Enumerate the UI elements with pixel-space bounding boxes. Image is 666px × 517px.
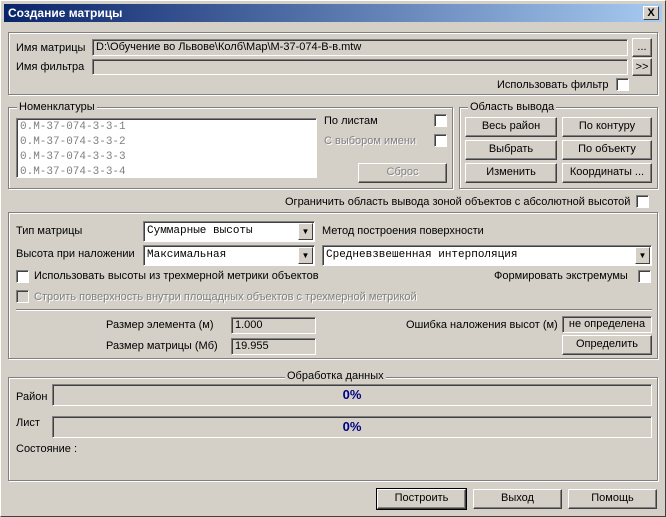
chevron-down-icon[interactable]: ▼ [298,223,313,240]
list-item[interactable]: 0.M-37-074-3-3-1 [17,120,316,135]
coordinates-button[interactable]: Координаты ... [562,163,652,183]
use-filter-checkbox[interactable] [616,78,629,91]
browse-button[interactable]: ... [632,38,652,57]
matrix-size-label: Размер матрицы (Мб) [106,340,218,352]
surface-method-value: Средневзвешенная интерполяция [326,249,518,261]
element-size-label: Размер элемента (м) [106,319,214,331]
chevron-down-icon[interactable]: ▼ [298,247,313,264]
use-3d-heights-label: Использовать высоты из трехмерной метрик… [34,270,319,282]
by-name-label: С выбором имени [324,135,417,147]
matrix-type-value: Суммарные высоты [147,225,253,237]
processing-caption: Обработка данных [285,370,386,382]
use-3d-heights-checkbox[interactable] [16,270,29,283]
matrix-name-field[interactable]: D:\Обучение во Львове\Колб\Map\M-37-074-… [92,39,628,56]
limit-area-checkbox[interactable] [636,195,649,208]
matrix-type-select[interactable]: Суммарные высоты ▼ [143,221,315,242]
help-button[interactable]: Помощь [568,489,657,509]
build-button[interactable]: Построить [376,488,467,510]
height-error-label: Ошибка наложения высот (м) [406,319,558,331]
surface-method-label: Метод построения поверхности [322,225,484,237]
element-size-field[interactable]: 1.000 [231,317,316,334]
use-filter-label: Использовать фильтр [497,79,609,91]
sheet-progress-bar: 0% [52,416,652,438]
window-title: Создание матрицы [8,6,123,20]
define-button[interactable]: Определить [562,335,652,355]
by-contour-button[interactable]: По контуру [562,117,652,137]
close-button[interactable]: X [643,6,659,20]
status-label: Состояние : [16,443,77,455]
overlay-height-label: Высота при наложении [16,248,135,260]
separator [16,309,652,311]
surface-method-select[interactable]: Средневзвешенная интерполяция ▼ [322,245,652,266]
filter-name-label: Имя фильтра [16,61,85,73]
extrema-checkbox[interactable] [638,270,651,283]
output-area-caption: Область вывода [468,101,557,113]
extrema-label: Формировать экстремумы [494,270,628,282]
list-item[interactable]: 0.M-37-074-3-3-3 [17,150,316,165]
filter-name-field[interactable] [92,59,628,75]
build-surface-checkbox[interactable] [16,290,29,303]
exit-button[interactable]: Выход [473,489,562,509]
region-progress-bar: 0% [52,384,652,406]
nomenclature-caption: Номенклатуры [17,101,97,113]
by-name-checkbox[interactable] [434,134,447,147]
nomenclature-list[interactable]: 0.M-37-074-3-3-1 0.M-37-074-3-3-2 0.M-37… [16,118,317,178]
matrix-size-field: 19.955 [231,338,316,355]
whole-region-button[interactable]: Весь район [465,117,557,137]
sheet-label: Лист [16,417,40,429]
by-object-button[interactable]: По объекту [562,140,652,160]
list-item[interactable]: 0.M-37-074-3-3-4 [17,165,316,180]
change-button[interactable]: Изменить [465,163,557,183]
matrix-name-label: Имя матрицы [16,42,86,54]
build-surface-label: Строить поверхность внутри площадных объ… [34,291,417,303]
dialog-window: Создание матрицы X Имя матрицы D:\Обучен… [0,0,666,517]
chevron-down-icon[interactable]: ▼ [635,247,650,264]
matrix-type-label: Тип матрицы [16,225,83,237]
by-sheets-checkbox[interactable] [434,114,447,127]
reset-button[interactable]: Сброс [358,163,447,183]
title-bar: Создание матрицы X [4,4,662,22]
overlay-height-select[interactable]: Максимальная ▼ [143,245,315,266]
list-item[interactable]: 0.M-37-074-3-3-2 [17,135,316,150]
by-sheets-label: По листам [324,115,378,127]
overlay-height-value: Максимальная [147,249,227,261]
region-label: Район [16,391,48,403]
filter-select-button[interactable]: >> [632,58,652,76]
select-button[interactable]: Выбрать [465,140,557,160]
limit-area-label: Ограничить область вывода зоной объектов… [285,196,631,208]
height-error-field: не определена [562,316,652,333]
